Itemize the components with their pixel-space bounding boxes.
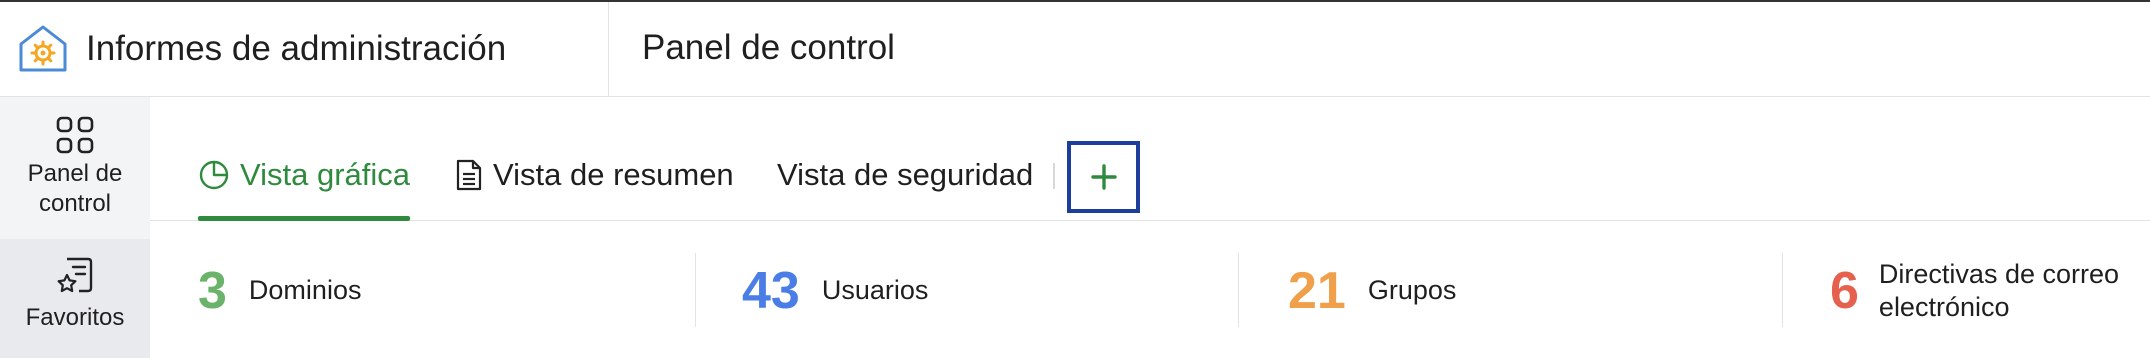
app-title: Informes de administración (86, 29, 507, 68)
tab-label: Vista de resumen (493, 157, 734, 192)
sidebar-item-label: Favoritos (25, 304, 125, 331)
grid-icon (56, 116, 94, 154)
sidebar-item-dashboard[interactable]: Panel de control (0, 97, 150, 239)
tab-separator (1053, 163, 1055, 189)
add-tab-button[interactable] (1067, 141, 1140, 213)
left-sidebar: Panel de control Favoritos (0, 97, 150, 358)
stat-value: 21 (1288, 261, 1346, 320)
plus-icon (1090, 164, 1117, 190)
star-document-icon (57, 257, 93, 293)
page-title: Panel de control (642, 28, 895, 67)
tab-summary-view[interactable]: Vista de resumen (455, 157, 734, 221)
pie-chart-icon (199, 160, 229, 190)
stat-label: Directivas de correo electrónico (1878, 258, 2120, 322)
stat-divider (695, 253, 696, 327)
main-content: Vista gráfica Vista de resumen Vista de … (150, 97, 2150, 358)
stat-domains[interactable]: 3 Dominios (198, 221, 361, 358)
sidebar-item-favorites[interactable]: Favoritos (0, 239, 150, 358)
top-header: Informes de administración Panel de cont… (0, 2, 2150, 97)
admin-reports-logo-icon (19, 25, 67, 72)
stat-divider (1782, 253, 1783, 327)
tab-graphic-view[interactable]: Vista gráfica (198, 157, 411, 221)
tab-label: Vista gráfica (240, 157, 411, 192)
stat-value: 3 (198, 261, 227, 320)
app-window: Informes de administración Panel de cont… (0, 0, 2150, 358)
stat-email-policies[interactable]: 6 Directivas de correo electrónico (1830, 221, 2149, 358)
tab-security-view[interactable]: Vista de seguridad (777, 157, 1033, 221)
view-tabs: Vista gráfica Vista de resumen Vista de … (150, 97, 2150, 221)
stat-value: 6 (1830, 261, 1859, 320)
stat-label: Usuarios (821, 275, 929, 305)
stat-value: 43 (742, 261, 800, 320)
header-divider (608, 2, 609, 97)
tab-label: Vista de seguridad (777, 157, 1034, 192)
stat-users[interactable]: 43 Usuarios (742, 221, 928, 358)
sidebar-item-label: Panel de control (27, 160, 123, 217)
stat-groups[interactable]: 21 Grupos (1288, 221, 1456, 358)
summary-stats: 3 Dominios 43 Usuarios 21 Grupos 6 Direc… (150, 221, 2150, 358)
stat-label: Grupos (1367, 275, 1457, 305)
stat-label: Dominios (248, 275, 362, 305)
stat-divider (1238, 253, 1239, 327)
document-icon (456, 159, 482, 191)
brand[interactable]: Informes de administración (18, 22, 506, 76)
